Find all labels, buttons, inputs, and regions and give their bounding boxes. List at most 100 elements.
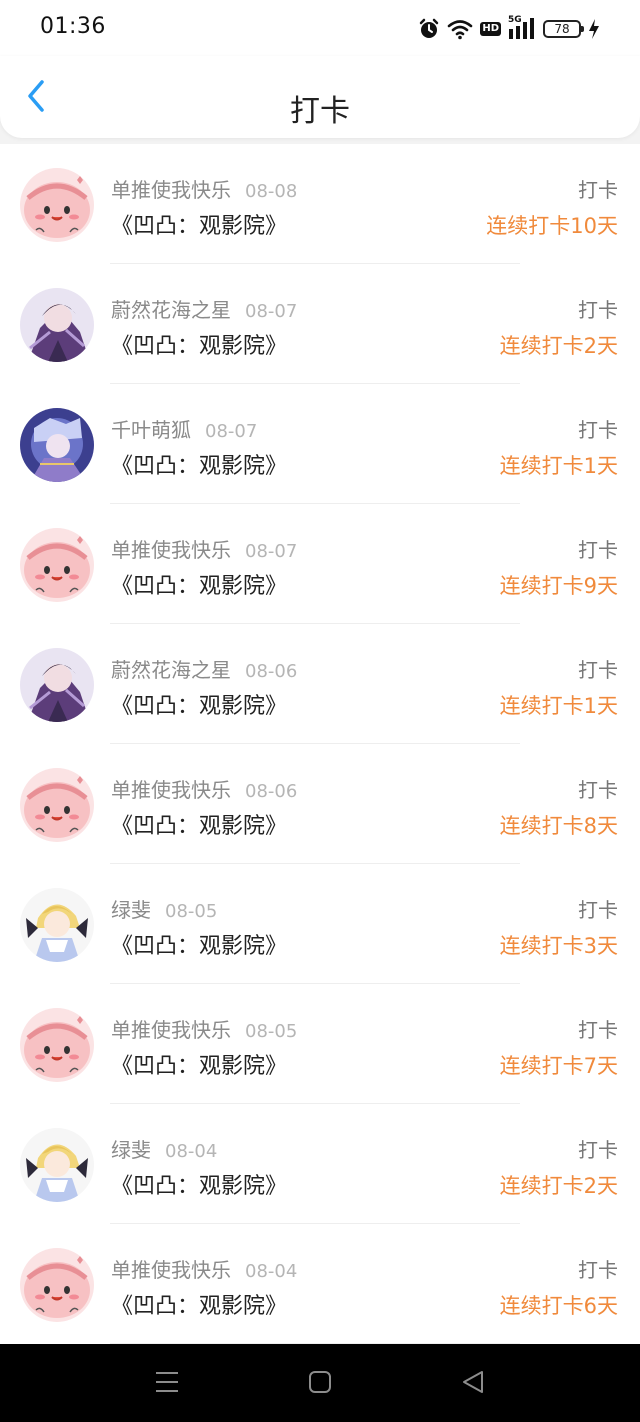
topic-title[interactable]: 《凹凸：观影院》 (111, 1168, 287, 1200)
pink-blob-avatar-icon (20, 168, 94, 242)
topic-title[interactable]: 《凹凸：观影院》 (111, 568, 287, 600)
checkin-row[interactable]: 单推使我快乐 08-04 《凹凸：观影院》 打卡 连续打卡6天 (0, 1224, 640, 1344)
streak-label: 连续打卡1天 (499, 694, 618, 718)
streak-label: 连续打卡2天 (499, 1174, 618, 1198)
avatar[interactable] (20, 408, 94, 482)
pink-blob-avatar-icon (20, 1008, 94, 1082)
user-line: 单推使我快乐 08-08 (111, 174, 297, 203)
topic-title[interactable]: 《凹凸：观影院》 (111, 208, 287, 240)
checkin-action-label: 打卡 (578, 1018, 618, 1042)
user-line: 单推使我快乐 08-04 (111, 1254, 297, 1283)
checkin-list: 单推使我快乐 08-08 《凹凸：观影院》 打卡 连续打卡10天 蔚然花海之星 08-07 《… (0, 144, 640, 1344)
menu-icon (154, 1370, 180, 1398)
user-line: 蔚然花海之星 08-07 (111, 294, 297, 323)
checkin-row[interactable]: 单推使我快乐 08-05 《凹凸：观影院》 打卡连续打卡7天 (0, 984, 640, 1104)
avatar[interactable] (20, 528, 94, 602)
purple-anime-avatar-icon (20, 288, 94, 362)
avatar[interactable] (20, 288, 94, 362)
avatar[interactable] (20, 648, 94, 722)
checkin-date: 08-04 (165, 1141, 218, 1162)
username[interactable]: 蔚然花海之星 (111, 298, 231, 322)
topic-title[interactable]: 《凹凸：观影院》 (111, 688, 287, 720)
user-line: 单推使我快乐 08-05 (111, 1014, 297, 1043)
charging-icon (588, 18, 600, 40)
streak-label: 连续打卡3天 (499, 934, 618, 958)
username[interactable]: 单推使我快乐 (111, 1258, 231, 1282)
pink-blob-avatar-icon (20, 1248, 94, 1322)
username[interactable]: 单推使我快乐 (111, 778, 231, 802)
username[interactable]: 蔚然花海之星 (111, 658, 231, 682)
checkin-date: 08-05 (165, 901, 218, 922)
checkin-date: 08-07 (245, 301, 298, 322)
avatar[interactable] (20, 768, 94, 842)
user-line: 单推使我快乐 08-07 (111, 534, 297, 563)
checkin-row[interactable]: 单推使我快乐 08-08 《凹凸：观影院》 打卡连续打卡10天 (0, 144, 640, 264)
streak-label: 连续打卡6天 (499, 1294, 618, 1318)
streak-label: 连续打卡7天 (499, 1054, 618, 1078)
checkin-action-label: 打卡 (578, 538, 618, 562)
pink-blob-avatar-icon (20, 528, 94, 602)
checkin-row[interactable]: 千叶萌狐 08-07 《凹凸：观影院》 打卡连续打卡1天 (0, 384, 640, 504)
checkin-date: 08-06 (245, 661, 298, 682)
checkin-date: 08-08 (245, 181, 298, 202)
checkin-action-label: 打卡 (578, 898, 618, 922)
topic-title[interactable]: 《凹凸：观影院》 (111, 448, 287, 480)
user-line: 绿斐 08-05 (111, 894, 217, 923)
battery-icon: 78 (543, 20, 584, 38)
checkin-row[interactable]: 绿斐 08-04 《凹凸：观影院》 打卡连续打卡2天 (0, 1104, 640, 1224)
status-icons: HD 5G 78 (418, 15, 600, 43)
home-icon (308, 1370, 332, 1398)
username[interactable]: 绿斐 (111, 1138, 151, 1162)
page-title: 打卡 (290, 94, 350, 129)
topic-title[interactable]: 《凹凸：观影院》 (111, 928, 287, 960)
avatar[interactable] (20, 888, 94, 962)
user-line: 蔚然花海之星 08-06 (111, 654, 297, 683)
checkin-action-label: 打卡 (578, 778, 618, 802)
username[interactable]: 单推使我快乐 (111, 178, 231, 202)
streak-label: 连续打卡10天 (486, 214, 618, 238)
avatar[interactable] (20, 168, 94, 242)
streak-label: 连续打卡9天 (499, 574, 618, 598)
checkin-action-label: 打卡 (578, 658, 618, 682)
checkin-row[interactable]: 蔚然花海之星 08-07 《凹凸：观影院》 打卡 连续打卡2天 (0, 264, 640, 384)
system-back-button[interactable] (458, 1369, 488, 1399)
blonde-anime-avatar-icon (20, 888, 94, 962)
home-button[interactable] (305, 1369, 335, 1399)
streak-label: 连续打卡8天 (499, 814, 618, 838)
status-time: 01:36 (40, 14, 106, 39)
username[interactable]: 绿斐 (111, 898, 151, 922)
checkin-row[interactable]: 单推使我快乐 08-07 《凹凸：观影院》 打卡连续打卡9天 (0, 504, 640, 624)
checkin-action-label: 打卡 (578, 1138, 618, 1162)
cellular-5g-icon: 5G (508, 15, 536, 41)
topic-title[interactable]: 《凹凸：观影院》 (111, 1288, 287, 1320)
streak-label: 连续打卡2天 (499, 334, 618, 358)
pink-blob-avatar-icon (20, 768, 94, 842)
back-icon (461, 1370, 485, 1398)
avatar[interactable] (20, 1248, 94, 1322)
username[interactable]: 单推使我快乐 (111, 1018, 231, 1042)
topic-title[interactable]: 《凹凸：观影院》 (111, 1048, 287, 1080)
checkin-row[interactable]: 单推使我快乐 08-06 《凹凸：观影院》 打卡连续打卡8天 (0, 744, 640, 864)
username[interactable]: 单推使我快乐 (111, 538, 231, 562)
checkin-row[interactable]: 蔚然花海之星 08-06 《凹凸：观影院》 打卡连续打卡1天 (0, 624, 640, 744)
alarm-icon (418, 18, 440, 40)
checkin-action-label: 打卡 (578, 178, 618, 202)
nav-bar: 打卡 (0, 56, 640, 138)
checkin-date: 08-06 (245, 781, 298, 802)
checkin-date: 08-07 (205, 421, 258, 442)
topic-title[interactable]: 《凹凸：观影院》 (111, 328, 287, 360)
checkin-date: 08-07 (245, 541, 298, 562)
topic-title[interactable]: 《凹凸：观影院》 (111, 808, 287, 840)
blue-anime-avatar-icon (20, 408, 94, 482)
avatar[interactable] (20, 1008, 94, 1082)
avatar[interactable] (20, 1128, 94, 1202)
checkin-date: 08-04 (245, 1261, 298, 1282)
user-line: 绿斐 08-04 (111, 1134, 217, 1163)
system-nav-bar (0, 1344, 640, 1422)
checkin-row[interactable]: 绿斐 08-05 《凹凸：观影院》 打卡连续打卡3天 (0, 864, 640, 984)
streak-label: 连续打卡1天 (499, 454, 618, 478)
purple-anime-avatar-icon (20, 648, 94, 722)
menu-button[interactable] (152, 1369, 182, 1399)
checkin-action-label: 打卡 (578, 418, 618, 442)
username[interactable]: 千叶萌狐 (111, 418, 191, 442)
